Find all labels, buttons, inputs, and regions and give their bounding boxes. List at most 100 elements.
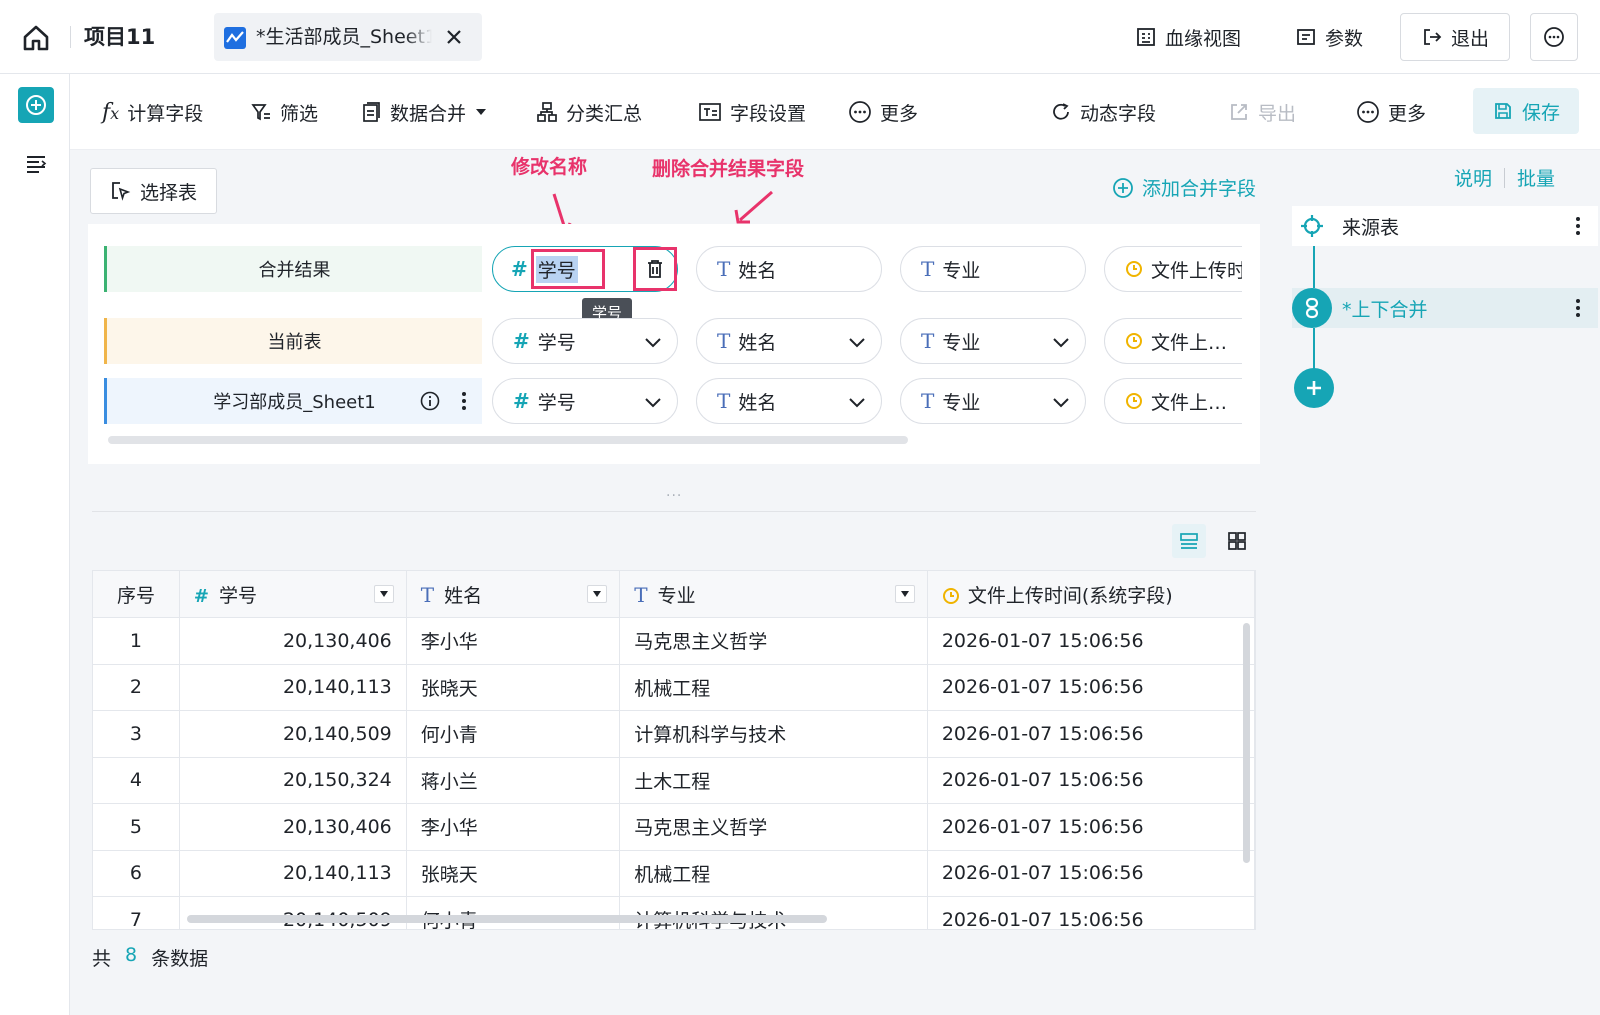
column-filter-button[interactable] [587, 585, 608, 603]
text-type-icon: T [921, 389, 935, 413]
merge-result-row-label: 合并结果 [104, 246, 482, 292]
tab-active-sheet[interactable]: *生活部成员_Sheet1 [214, 13, 482, 61]
more-dots-icon [1544, 27, 1564, 47]
select-table-button[interactable]: 选择表 [90, 168, 217, 214]
source-table-field-major-select[interactable]: T 专业 [900, 378, 1086, 424]
merge-horizontal-scrollbar[interactable] [108, 436, 908, 444]
add-step-button[interactable] [18, 87, 54, 123]
clock-icon [1126, 393, 1142, 409]
merge-result-field-major[interactable]: T 专业 [900, 246, 1086, 292]
cell-seq: 1 [93, 617, 180, 665]
header-upload-time[interactable]: 文件上传时间(系统字段) [927, 571, 1255, 618]
more-tools-right-button[interactable]: 更多 [1356, 92, 1426, 132]
current-table-field-major-select[interactable]: T 专业 [900, 318, 1086, 364]
kebab-menu-icon[interactable] [460, 390, 468, 412]
chevron-down-icon [849, 338, 865, 348]
delete-field-button[interactable] [633, 247, 677, 291]
header-label: 学号 [218, 584, 257, 607]
lineage-view-button[interactable]: 血缘视图 [1135, 18, 1241, 56]
info-icon[interactable] [420, 391, 440, 411]
merge-result-field-upload-time[interactable]: 文件上传时间 [1104, 246, 1242, 292]
close-icon[interactable] [442, 25, 466, 49]
cell-name: 张晓天 [406, 850, 621, 897]
column-filter-button[interactable] [373, 585, 394, 603]
batch-link[interactable]: 批量 [1517, 164, 1555, 191]
merge-result-field-name[interactable]: T 姓名 [696, 246, 882, 292]
cell-upload-time: 2026-01-07 15:06:56 [927, 896, 1255, 929]
calc-field-button[interactable]: fx 计算字段 [102, 92, 203, 132]
field-label: 文件上… [1151, 331, 1228, 354]
column-filter-button[interactable] [894, 585, 915, 603]
home-icon[interactable] [18, 20, 54, 56]
grid-horizontal-scrollbar[interactable] [187, 915, 827, 923]
save-button[interactable]: 保存 [1473, 88, 1579, 134]
chevron-down-icon [645, 398, 661, 408]
list-view-toggle[interactable] [1172, 524, 1206, 558]
kebab-menu-icon[interactable] [1574, 215, 1582, 237]
source-table-field-name-select[interactable]: T 姓名 [696, 378, 882, 424]
cell-name: 张晓天 [406, 664, 621, 711]
cell-id: 20,130,406 [179, 617, 407, 665]
outline-list-icon[interactable] [22, 150, 50, 178]
table-row[interactable]: 5 20,130,406 李小华 马克思主义哲学 2026-01-07 15:06:56 [93, 803, 1255, 851]
merge-result-field-id-editing[interactable]: # 学号 [492, 246, 678, 292]
export-label: 导出 [1258, 102, 1297, 125]
table-row[interactable]: 4 20,150,324 蒋小兰 土木工程 2026-01-07 15:06:56 [93, 757, 1255, 804]
toolbar: fx 计算字段 筛选 数据合并 分类汇总 字段设置 更多 动态字段 导出 更多 … [70, 74, 1600, 150]
cell-seq: 7 [93, 896, 180, 929]
add-merge-field-label: 添加合并字段 [1142, 178, 1257, 200]
row-count-footer: 共 8 条数据 [92, 944, 208, 971]
add-merge-field-button[interactable]: 添加合并字段 [1112, 174, 1256, 201]
panel-splitter[interactable] [92, 511, 1256, 512]
flow-node-vertical-merge[interactable]: *上下合并 [1292, 288, 1598, 328]
cell-name: 蒋小兰 [406, 757, 621, 804]
header-seq: 序号 [93, 571, 180, 618]
params-button[interactable]: 参数 [1295, 18, 1363, 56]
cell-major: 马克思主义哲学 [619, 803, 928, 851]
table-row[interactable]: 2 20,140,113 张晓天 机械工程 2026-01-07 15:06:56 [93, 664, 1255, 711]
select-table-label: 选择表 [139, 181, 197, 204]
group-summary-button[interactable]: 分类汇总 [536, 92, 642, 132]
exit-button[interactable]: 退出 [1400, 13, 1510, 61]
header-major[interactable]: T 专业 [619, 571, 928, 618]
export-icon [1231, 104, 1247, 120]
source-table-field-id-select[interactable]: # 学号 [492, 378, 678, 424]
table-row[interactable]: 1 20,130,406 李小华 马克思主义哲学 2026-01-07 15:06:56 [93, 617, 1255, 665]
grid-view-toggle[interactable] [1220, 524, 1254, 558]
header-id[interactable]: # 学号 [179, 571, 407, 618]
data-merge-dropdown[interactable]: 数据合并 [360, 92, 488, 132]
fx-icon: fx [102, 99, 120, 125]
field-label: 专业 [942, 331, 981, 354]
project-title: 项目11 [84, 25, 156, 49]
text-type-icon: T [717, 257, 731, 281]
kebab-menu-icon[interactable] [1574, 297, 1582, 319]
current-table-row-label: 当前表 [104, 318, 482, 364]
current-table-field-name-select[interactable]: T 姓名 [696, 318, 882, 364]
current-table-field-id-select[interactable]: # 学号 [492, 318, 678, 364]
more-tools-left-button[interactable]: 更多 [848, 92, 918, 132]
grid-vertical-scrollbar[interactable] [1243, 623, 1250, 863]
annotation-rename: 修改名称 [511, 156, 588, 178]
table-row[interactable]: 3 20,140,509 何小青 计算机科学与技术 2026-01-07 15:06:5… [93, 710, 1255, 758]
caret-down-icon [900, 591, 909, 597]
group-summary-label: 分类汇总 [566, 102, 643, 125]
field-settings-button[interactable]: 字段设置 [698, 92, 806, 132]
current-table-field-upload-select[interactable]: 文件上… [1104, 318, 1242, 364]
footer-suffix: 条数据 [151, 948, 209, 970]
caret-down-icon [593, 591, 602, 597]
dynamic-field-button[interactable]: 动态字段 [1050, 92, 1156, 132]
add-flow-node-button[interactable] [1294, 368, 1334, 408]
splitter-handle-icon[interactable]: ··· [666, 488, 682, 504]
merge-node-icon [1292, 288, 1332, 328]
header-name[interactable]: T 姓名 [406, 571, 621, 618]
flow-node-label: *上下合并 [1342, 298, 1428, 321]
export-button[interactable]: 导出 [1228, 92, 1296, 132]
source-table-field-upload-select[interactable]: 文件上… [1104, 378, 1242, 424]
filter-button[interactable]: 筛选 [250, 92, 318, 132]
more-menu-button[interactable] [1530, 13, 1578, 61]
flow-node-source[interactable]: 来源表 [1292, 206, 1598, 246]
explain-link[interactable]: 说明 [1454, 164, 1492, 191]
table-row[interactable]: 720,140,509何小青计算机科学与技术2026-01-07 15:06:5… [93, 896, 1255, 929]
trash-icon [648, 260, 662, 278]
table-row[interactable]: 6 20,140,113 张晓天 机械工程 2026-01-07 15:06:56 [93, 850, 1255, 897]
